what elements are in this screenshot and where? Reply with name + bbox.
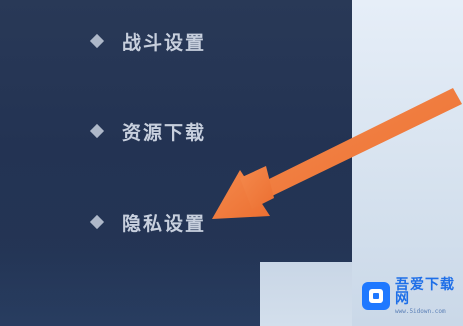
watermark-title: 吾爱下载网 bbox=[395, 276, 455, 307]
site-logo-icon bbox=[362, 282, 390, 310]
watermark-url: www.5idown.com bbox=[395, 307, 446, 315]
arrow-shaft bbox=[263, 88, 462, 196]
site-watermark: 吾爱下载网 www.5idown.com bbox=[362, 272, 460, 320]
